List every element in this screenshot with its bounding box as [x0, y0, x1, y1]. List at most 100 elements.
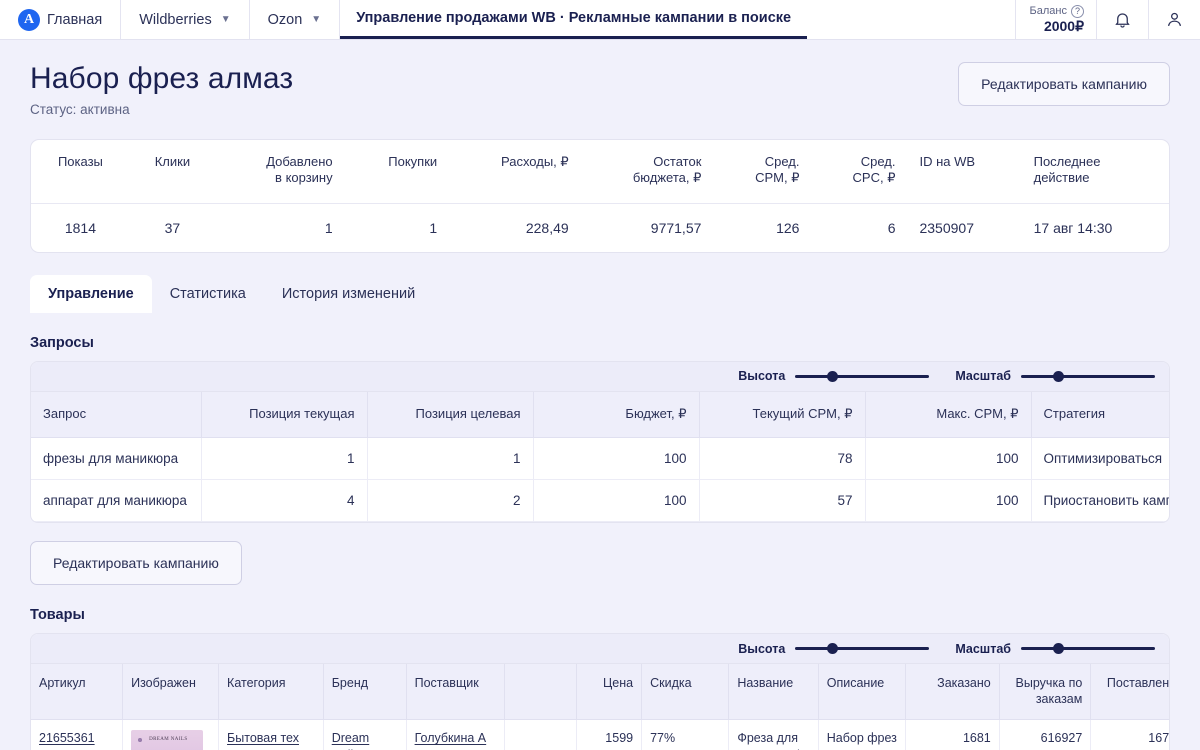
summary-col-spend-l1: Расходы, ₽ — [500, 154, 569, 169]
summary-col-last-action-l2: действие — [1033, 170, 1090, 186]
summary-val-spend: 228,49 — [525, 219, 569, 236]
summary-col-avg-cpm-l2: CPM, ₽ — [755, 170, 800, 186]
summary-col-impressions-l1: Показы — [57, 154, 103, 169]
nav-item-home-label: Главная — [47, 11, 103, 28]
account-button[interactable] — [1148, 0, 1200, 39]
slider-knob[interactable] — [1053, 370, 1065, 382]
products-cell-discount: 77% — [641, 719, 730, 750]
queries-col-query[interactable]: Запрос — [31, 391, 202, 438]
queries-cell-query: фрезы для маникюра — [31, 437, 202, 480]
products-scale-slider[interactable] — [1021, 642, 1155, 656]
queries-scale-control: Масштаб — [955, 369, 1155, 383]
product-category-link[interactable]: Бытовая тех > Красота — [227, 731, 299, 750]
products-col-revenue[interactable]: Выручка по заказам — [999, 664, 1092, 721]
products-col-supplier[interactable]: Поставщик — [406, 664, 505, 721]
slider-track — [1021, 647, 1155, 650]
slider-track — [795, 647, 930, 650]
balance-widget[interactable]: Баланс ? 2000₽ — [1014, 0, 1096, 39]
slider-track — [795, 374, 930, 378]
queries-col-position-current[interactable]: Позиция текущая — [201, 391, 368, 438]
tab-bar: Управление Статистика История изменений — [30, 274, 1170, 313]
queries-cell-cpm-current: 78 — [699, 437, 866, 480]
queries-cell-cpm-max: 100 — [865, 437, 1032, 480]
product-article-link[interactable]: 21655361 — [39, 731, 95, 745]
slider-knob[interactable] — [1053, 643, 1065, 654]
queries-actions: Редактировать кампанию — [30, 541, 1170, 585]
nav-item-ozon[interactable]: Ozon ▼ — [250, 0, 341, 39]
products-height-slider[interactable] — [795, 642, 930, 656]
summary-val-last-action: 17 авг 14:30 — [1033, 219, 1113, 236]
page-title-row: Набор фрез алмаз Статус: активна Редакти… — [30, 62, 1170, 117]
thumbnail-brand-text: DREAM NAILS — [149, 737, 188, 743]
queries-col-cpm-max[interactable]: Макс. CPM, ₽ — [865, 391, 1032, 438]
products-height-label: Высота — [738, 641, 786, 656]
products-col-discount[interactable]: Скидка — [641, 664, 730, 721]
product-brand-link[interactable]: DreamNails — [332, 731, 370, 750]
summary-value-row: 1814 37 1 1 228,49 9771,57 126 6 2350907… — [31, 203, 1169, 252]
page-title: Набор фрез алмаз — [30, 62, 294, 95]
products-col-brand[interactable]: Бренд — [323, 664, 407, 721]
queries-col-budget[interactable]: Бюджет, ₽ — [533, 391, 700, 438]
summary-val-avg-cpm: 126 — [776, 219, 800, 236]
table-row[interactable]: фрезы для маникюра 1 1 100 78 100 Оптими… — [31, 437, 1169, 480]
products-scale-label: Масштаб — [955, 641, 1011, 656]
summary-val-budget-left: 9771,57 — [650, 219, 702, 236]
product-supplier-link[interactable]: Голубкина АСергеевна — [415, 731, 487, 750]
products-col-image[interactable]: Изображен — [122, 664, 220, 721]
summary-col-purchases-l1: Покупки — [388, 154, 438, 169]
queries-header-row: Запрос Позиция текущая Позиция целевая Б… — [31, 391, 1169, 438]
products-table: Артикул Изображен Категория Бренд Постав… — [31, 664, 1169, 750]
products-col-delivered[interactable]: Поставлено — [1090, 664, 1169, 721]
tab-statistics[interactable]: Статистика — [152, 275, 264, 313]
queries-controls-bar: Высота Масштаб — [31, 361, 1169, 392]
products-col-description[interactable]: Описание — [818, 664, 906, 721]
products-col-blank[interactable] — [504, 664, 577, 721]
nav-item-home[interactable]: A Главная — [0, 0, 122, 39]
slider-knob[interactable] — [827, 370, 839, 382]
products-cell-category: Бытовая тех > Красота — [218, 719, 324, 750]
queries-height-slider[interactable] — [795, 369, 930, 383]
slider-knob[interactable] — [827, 643, 839, 654]
products-col-ordered[interactable]: Заказано — [905, 664, 1000, 721]
summary-val-purchases: 1 — [429, 219, 438, 236]
edit-campaign-button-bottom[interactable]: Редактировать кампанию — [30, 541, 242, 585]
nav-item-wildberries[interactable]: Wildberries ▼ — [121, 0, 250, 39]
flower-icon — [136, 736, 145, 745]
queries-cell-position-target: 1 — [367, 437, 534, 480]
queries-cell-budget: 100 — [533, 437, 700, 480]
products-col-name[interactable]: Название — [728, 664, 819, 721]
queries-scale-slider[interactable] — [1021, 369, 1155, 383]
tab-change-history[interactable]: История изменений — [264, 275, 433, 313]
chevron-down-icon: ▼ — [220, 14, 231, 25]
queries-cell-strategy: Оптимизироваться — [1031, 437, 1169, 480]
products-height-control: Высота — [738, 641, 930, 656]
summary-col-cart-adds-l2: в корзину — [275, 170, 333, 186]
bell-icon — [1115, 13, 1130, 28]
summary-col-spend: Расходы, ₽ — [449, 140, 581, 204]
notifications-button[interactable] — [1096, 0, 1148, 39]
help-icon[interactable]: ? — [1071, 4, 1084, 18]
tab-management[interactable]: Управление — [30, 274, 152, 313]
summary-header-row: Показы Клики Добавлено в корзину Покупки… — [31, 140, 1169, 204]
table-row[interactable]: аппарат для маникюра 4 2 100 57 100 Прио… — [31, 479, 1169, 522]
products-col-price[interactable]: Цена — [576, 664, 643, 721]
products-col-article[interactable]: Артикул — [31, 664, 124, 721]
summary-col-clicks: Клики — [129, 140, 215, 204]
top-navigation-bar: A Главная Wildberries ▼ Ozon ▼ Управлени… — [0, 0, 1200, 40]
summary-metrics-table: Показы Клики Добавлено в корзину Покупки… — [31, 140, 1169, 252]
summary-col-budget-left: Остаток бюджета, ₽ — [580, 140, 714, 204]
queries-col-cpm-current[interactable]: Текущий CPM, ₽ — [699, 391, 866, 438]
edit-campaign-button-top[interactable]: Редактировать кампанию — [958, 62, 1170, 106]
table-row[interactable]: 21655361 DREAM NAILS Бытовая тех Dream Г… — [31, 719, 1169, 750]
products-col-category[interactable]: Категория — [218, 664, 324, 721]
queries-col-strategy[interactable]: Стратегия — [1031, 391, 1169, 438]
summary-val-wb-id: 2350907 — [919, 219, 974, 236]
summary-col-avg-cpc: Сред. CPC, ₽ — [811, 140, 908, 204]
products-section-title: Товары — [30, 607, 85, 623]
queries-cell-query: аппарат для маникюра — [31, 479, 202, 522]
nav-item-active-breadcrumb[interactable]: Управление продажами WB · Рекламные камп… — [340, 0, 808, 39]
products-cell-brand: DreamNails — [323, 719, 407, 750]
queries-col-position-target[interactable]: Позиция целевая — [367, 391, 534, 438]
queries-cell-position-current: 1 — [201, 437, 368, 480]
product-thumbnail-image[interactable]: DREAM NAILS — [131, 730, 204, 750]
